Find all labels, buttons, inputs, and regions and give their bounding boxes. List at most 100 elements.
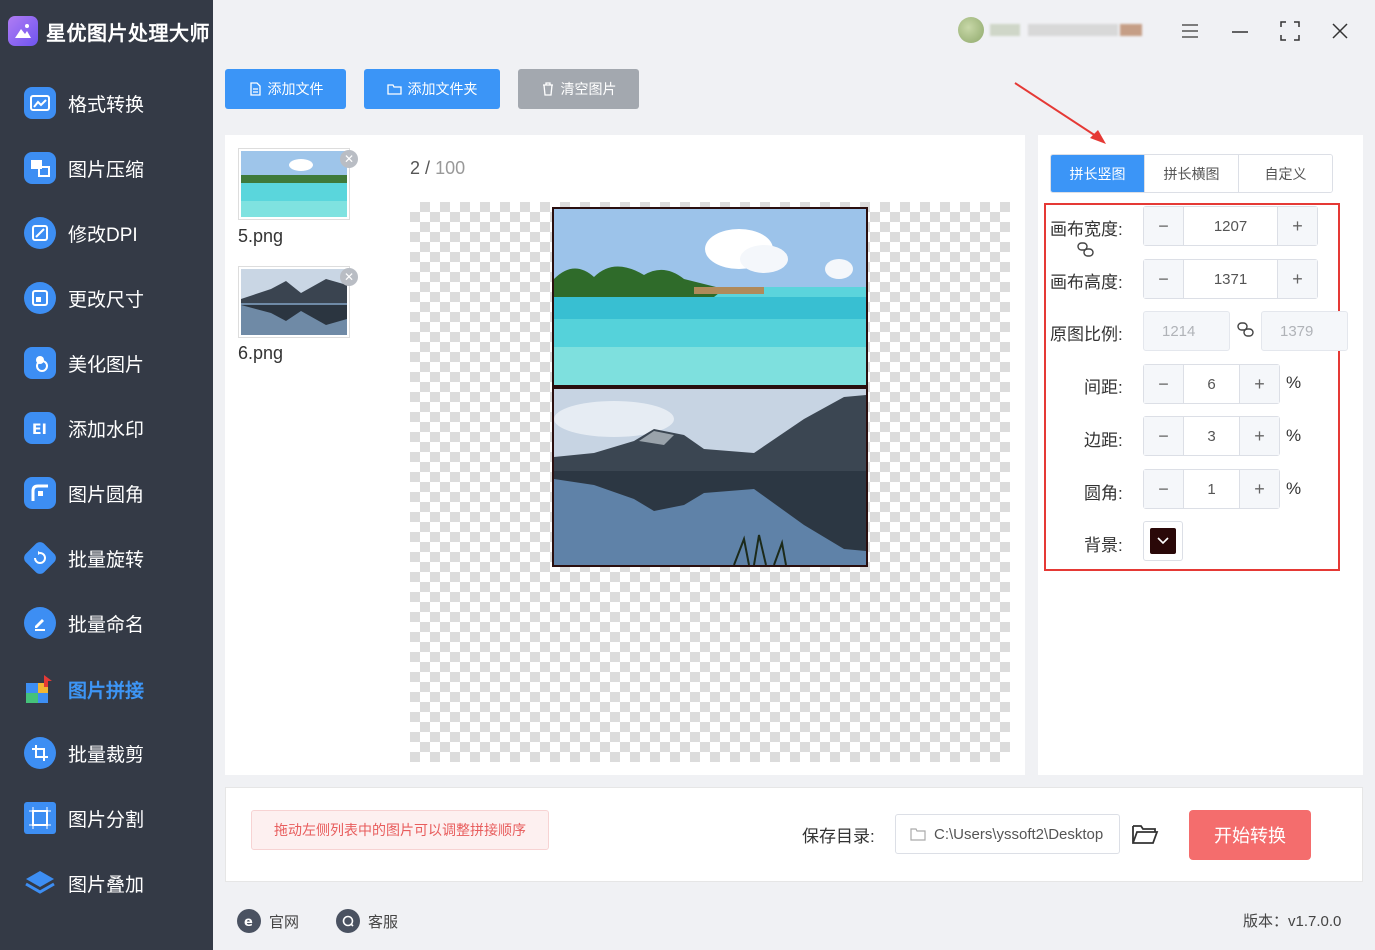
add-file-label: 添加文件 — [267, 81, 324, 97]
sidebar-item-label: 图片压缩 — [68, 159, 145, 181]
sidebar-item-label: 更改尺寸 — [68, 289, 145, 311]
sidebar-item-crop[interactable]: 批量裁剪 — [24, 733, 144, 773]
start-convert-button[interactable]: 开始转换 — [1189, 810, 1311, 860]
clear-images-button[interactable]: 清空图片 — [518, 69, 639, 109]
support-link[interactable]: 客服 — [336, 908, 398, 934]
sidebar: 星优图片处理大师 格式转换 图片压缩 修改DPI 更改尺寸 美化图片 EI 添加… — [0, 0, 213, 950]
support-label: 客服 — [368, 913, 399, 931]
current-page: 2 — [410, 158, 421, 178]
color-swatch — [1150, 528, 1176, 554]
brand: 星优图片处理大师 — [8, 14, 210, 48]
margin-decrease-button[interactable]: − — [1144, 417, 1184, 455]
maximize-button[interactable] — [1275, 16, 1305, 46]
minimize-button[interactable] — [1225, 16, 1255, 46]
tab-vertical[interactable]: 拼长竖图 — [1051, 155, 1144, 192]
sidebar-item-label: 修改DPI — [68, 224, 138, 246]
collage-preview — [552, 207, 868, 567]
format-convert-icon — [24, 87, 56, 119]
gap-value[interactable]: 6 — [1184, 365, 1239, 403]
sidebar-item-label: 批量命名 — [68, 614, 145, 636]
split-icon — [24, 802, 56, 834]
watermark-icon: EI — [24, 412, 56, 444]
menu-icon — [1182, 24, 1198, 38]
rotate-icon — [21, 539, 59, 577]
sidebar-item-stitch[interactable]: 图片拼接 — [24, 669, 144, 709]
sidebar-item-format-convert[interactable]: 格式转换 — [24, 83, 144, 123]
remove-file-button[interactable]: ✕ — [340, 268, 358, 286]
user-account[interactable] — [958, 17, 1154, 43]
canvas-height-value[interactable]: 1371 — [1184, 260, 1277, 298]
radius-stepper[interactable]: − 1 + — [1143, 469, 1280, 509]
add-file-button[interactable]: 添加文件 — [225, 69, 346, 109]
file-thumbnail[interactable] — [238, 266, 350, 338]
layers-icon — [24, 867, 56, 899]
annotation-arrow-icon — [1014, 82, 1106, 144]
tab-horizontal[interactable]: 拼长横图 — [1144, 155, 1238, 192]
file-thumbnail[interactable] — [238, 148, 350, 220]
blurred-username — [990, 24, 1020, 36]
radius-value[interactable]: 1 — [1184, 470, 1239, 508]
canvas-width-label: 画布宽度: — [1050, 220, 1123, 239]
svg-text:EI: EI — [32, 422, 47, 437]
canvas-width-stepper[interactable]: − 1207 + — [1143, 206, 1318, 246]
add-folder-button[interactable]: 添加文件夹 — [364, 69, 500, 109]
canvas-height-increase-button[interactable]: + — [1277, 260, 1317, 298]
crop-icon — [24, 737, 56, 769]
resize-icon — [24, 282, 56, 314]
close-button[interactable] — [1325, 16, 1355, 46]
radius-increase-button[interactable]: + — [1239, 470, 1279, 508]
margin-stepper[interactable]: − 3 + — [1143, 416, 1280, 456]
website-link[interactable]: e 官网 — [237, 908, 299, 934]
tab-custom[interactable]: 自定义 — [1238, 155, 1332, 192]
sidebar-item-label: 批量旋转 — [68, 549, 145, 571]
sidebar-item-dpi[interactable]: 修改DPI — [24, 213, 138, 253]
gap-decrease-button[interactable]: − — [1144, 365, 1184, 403]
folder-icon — [910, 828, 926, 841]
link-icon[interactable] — [1076, 241, 1096, 259]
margin-value[interactable]: 3 — [1184, 417, 1239, 455]
menu-button[interactable] — [1175, 16, 1205, 46]
radius-label: 圆角: — [1084, 484, 1123, 503]
link-icon[interactable] — [1236, 321, 1256, 339]
browse-folder-button[interactable] — [1131, 822, 1159, 848]
sidebar-item-label: 图片分割 — [68, 809, 145, 831]
margin-increase-button[interactable]: + — [1239, 417, 1279, 455]
sidebar-item-resize[interactable]: 更改尺寸 — [24, 278, 144, 318]
remove-file-button[interactable]: ✕ — [340, 150, 358, 168]
file-name: 6.png — [238, 343, 284, 363]
mountain-thumbnail-image — [241, 269, 347, 335]
sidebar-item-rounded-corner[interactable]: 图片圆角 — [24, 473, 144, 513]
margin-unit: % — [1286, 426, 1302, 445]
canvas-height-decrease-button[interactable]: − — [1144, 260, 1184, 298]
sidebar-item-watermark[interactable]: EI 添加水印 — [24, 408, 144, 448]
canvas-width-value[interactable]: 1207 — [1184, 207, 1277, 245]
margin-label: 边距: — [1084, 431, 1123, 450]
sidebar-item-label: 美化图片 — [68, 354, 145, 376]
ratio-width-field: 1214 — [1143, 311, 1230, 351]
ratio-height-field: 1379 — [1261, 311, 1348, 351]
canvas-width-decrease-button[interactable]: − — [1144, 207, 1184, 245]
puzzle-icon — [24, 673, 56, 705]
website-label: 官网 — [269, 913, 300, 931]
browser-icon: e — [237, 909, 261, 933]
minimize-icon — [1232, 31, 1248, 33]
background-color-picker[interactable] — [1143, 521, 1183, 561]
sidebar-item-beautify[interactable]: 美化图片 — [24, 343, 144, 383]
gap-increase-button[interactable]: + — [1239, 365, 1279, 403]
blurred-username — [1028, 24, 1118, 36]
canvas-height-stepper[interactable]: − 1371 + — [1143, 259, 1318, 299]
sidebar-item-rename[interactable]: 批量命名 — [24, 603, 144, 643]
sidebar-item-compress[interactable]: 图片压缩 — [24, 148, 144, 188]
radius-decrease-button[interactable]: − — [1144, 470, 1184, 508]
chat-icon — [336, 909, 360, 933]
save-directory-input[interactable]: C:\Users\yssoft2\Desktop — [895, 814, 1120, 854]
sidebar-item-layers[interactable]: 图片叠加 — [24, 863, 144, 903]
gap-stepper[interactable]: − 6 + — [1143, 364, 1280, 404]
trash-icon — [542, 82, 553, 96]
canvas-width-increase-button[interactable]: + — [1277, 207, 1317, 245]
background-label: 背景: — [1084, 536, 1123, 555]
save-directory-label: 保存目录: — [802, 827, 875, 846]
rename-icon — [24, 607, 56, 639]
sidebar-item-rotate[interactable]: 批量旋转 — [21, 538, 145, 578]
sidebar-item-split[interactable]: 图片分割 — [24, 798, 144, 838]
